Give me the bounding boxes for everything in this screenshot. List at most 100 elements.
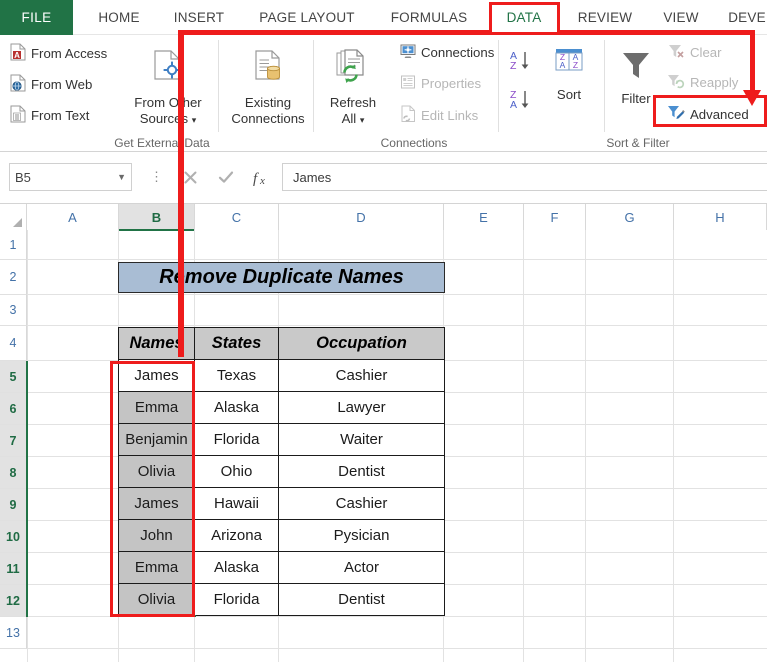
row-header-9[interactable]: 9: [0, 489, 27, 521]
table-header-names[interactable]: Names: [118, 327, 195, 360]
from-web-button[interactable]: From Web: [10, 74, 92, 95]
row-header-3[interactable]: 3: [0, 295, 27, 326]
svg-text:A: A: [510, 99, 517, 111]
cell-d11[interactable]: Actor: [278, 552, 445, 584]
table-header-states[interactable]: States: [194, 327, 279, 360]
svg-text:Z: Z: [510, 60, 517, 72]
sort-descending-button[interactable]: Z A: [508, 87, 534, 118]
cell-d8[interactable]: Dentist: [278, 456, 445, 488]
column-header-a[interactable]: A: [27, 204, 119, 230]
tab-file[interactable]: FILE: [0, 0, 73, 35]
sort-button[interactable]: Z A A Z Sort: [541, 47, 597, 103]
column-header-d-label: D: [356, 209, 366, 225]
cell-b9[interactable]: James: [118, 488, 195, 520]
reapply-filter-label: Reapply: [690, 75, 739, 90]
row-header-6[interactable]: 6: [0, 393, 27, 425]
column-header-g[interactable]: G: [586, 204, 674, 230]
refresh-all-button[interactable]: Refresh All ▾: [320, 49, 386, 128]
row-header-13[interactable]: 13: [0, 617, 27, 649]
formula-bar-grip[interactable]: ⋮: [150, 170, 163, 183]
row-header-2-label: 2: [9, 270, 17, 284]
tab-insert[interactable]: INSERT: [163, 0, 235, 35]
cell-d7[interactable]: Waiter: [278, 424, 445, 456]
refresh-all-label-top: Refresh: [329, 95, 377, 110]
properties-button: Properties: [400, 74, 481, 93]
tab-data[interactable]: DATA: [493, 0, 555, 35]
row-header-4[interactable]: 4: [0, 326, 27, 361]
cell-d10[interactable]: Pysician: [278, 520, 445, 552]
cell-b11[interactable]: Emma: [118, 552, 195, 584]
insert-function-button[interactable]: f x: [244, 163, 280, 191]
cell-c11[interactable]: Alaska: [194, 552, 279, 584]
cell-c8[interactable]: Ohio: [194, 456, 279, 488]
table-header-occupation[interactable]: Occupation: [278, 327, 445, 360]
existing-connections-button[interactable]: Existing Connections: [225, 49, 311, 127]
cell-d12[interactable]: Dentist: [278, 584, 445, 616]
cell-c7[interactable]: Florida: [194, 424, 279, 456]
filter-button[interactable]: Filter: [608, 49, 664, 107]
sort-ascending-button[interactable]: A Z: [508, 48, 534, 79]
row-header-5[interactable]: 5: [0, 361, 27, 393]
cell-d5[interactable]: Cashier: [278, 360, 445, 392]
row-header-1[interactable]: 1: [0, 230, 27, 260]
tab-home[interactable]: HOME: [89, 0, 149, 35]
sheet-title-text: Remove Duplicate Names: [159, 266, 404, 288]
row-header-5-label: 5: [9, 369, 17, 384]
edit-links-button: Edit Links: [400, 105, 478, 126]
connections-button[interactable]: Connections: [400, 43, 494, 62]
column-header-d[interactable]: D: [279, 204, 444, 230]
cell-d9[interactable]: Cashier: [278, 488, 445, 520]
cell-b10[interactable]: John: [118, 520, 195, 552]
chevron-down-icon[interactable]: ▼: [117, 172, 126, 182]
tab-developer[interactable]: DEVE: [722, 0, 767, 35]
sheet-title-cell[interactable]: Remove Duplicate Names: [118, 262, 445, 293]
tab-insert-label: INSERT: [173, 10, 225, 25]
cell-b8[interactable]: Olivia: [118, 456, 195, 488]
tab-view[interactable]: VIEW: [654, 0, 708, 35]
row-header-10[interactable]: 10: [0, 521, 27, 553]
tab-formulas[interactable]: FORMULAS: [380, 0, 478, 35]
row-header-4-label: 4: [9, 336, 17, 350]
cell-c12[interactable]: Florida: [194, 584, 279, 616]
select-all-corner[interactable]: [0, 204, 27, 230]
cell-b6[interactable]: Emma: [118, 392, 195, 424]
from-web-icon: [10, 74, 26, 95]
cancel-button[interactable]: [172, 163, 208, 191]
row-header-11[interactable]: 11: [0, 553, 27, 585]
cell-d9-text: Cashier: [335, 495, 388, 512]
cell-d11-text: Actor: [343, 559, 379, 576]
cell-c5[interactable]: Texas: [194, 360, 279, 392]
tab-review[interactable]: REVIEW: [568, 0, 642, 35]
cell-b12[interactable]: Olivia: [118, 584, 195, 616]
row-header-12[interactable]: 12: [0, 585, 27, 617]
row-header-2[interactable]: 2: [0, 260, 27, 295]
advanced-filter-button[interactable]: Advanced: [667, 104, 749, 124]
row-header-6-label: 6: [9, 401, 17, 416]
cell-b11-text: Emma: [134, 559, 179, 576]
enter-button[interactable]: [208, 163, 244, 191]
column-header-e[interactable]: E: [444, 204, 524, 230]
row-header-8[interactable]: 8: [0, 457, 27, 489]
cell-c6[interactable]: Alaska: [194, 392, 279, 424]
cell-d6[interactable]: Lawyer: [278, 392, 445, 424]
cell-b5-text: James: [134, 367, 179, 384]
formula-input[interactable]: James: [282, 163, 767, 191]
cell-b7[interactable]: Benjamin: [118, 424, 195, 456]
cancel-x-icon: [184, 171, 196, 183]
cell-c9-text: Hawaii: [213, 495, 259, 512]
column-header-c[interactable]: C: [195, 204, 279, 230]
from-other-sources-label-top: From Other: [134, 95, 202, 110]
cell-c10[interactable]: Arizona: [194, 520, 279, 552]
from-other-sources-button[interactable]: From Other Sources ▾: [125, 49, 211, 128]
name-box[interactable]: B5 ▼: [9, 163, 132, 191]
column-header-b[interactable]: B: [119, 204, 195, 231]
cell-c9[interactable]: Hawaii: [194, 488, 279, 520]
cell-b5[interactable]: James: [118, 360, 195, 392]
from-access-button[interactable]: A From Access: [10, 43, 107, 64]
excel-window: FILE HOME INSERT PAGE LAYOUT FORMULAS DA…: [0, 0, 767, 662]
row-header-7[interactable]: 7: [0, 425, 27, 457]
column-header-f[interactable]: F: [524, 204, 586, 230]
column-header-h[interactable]: H: [674, 204, 767, 230]
from-text-button[interactable]: From Text: [10, 105, 89, 126]
tab-page-layout[interactable]: PAGE LAYOUT: [249, 0, 365, 35]
